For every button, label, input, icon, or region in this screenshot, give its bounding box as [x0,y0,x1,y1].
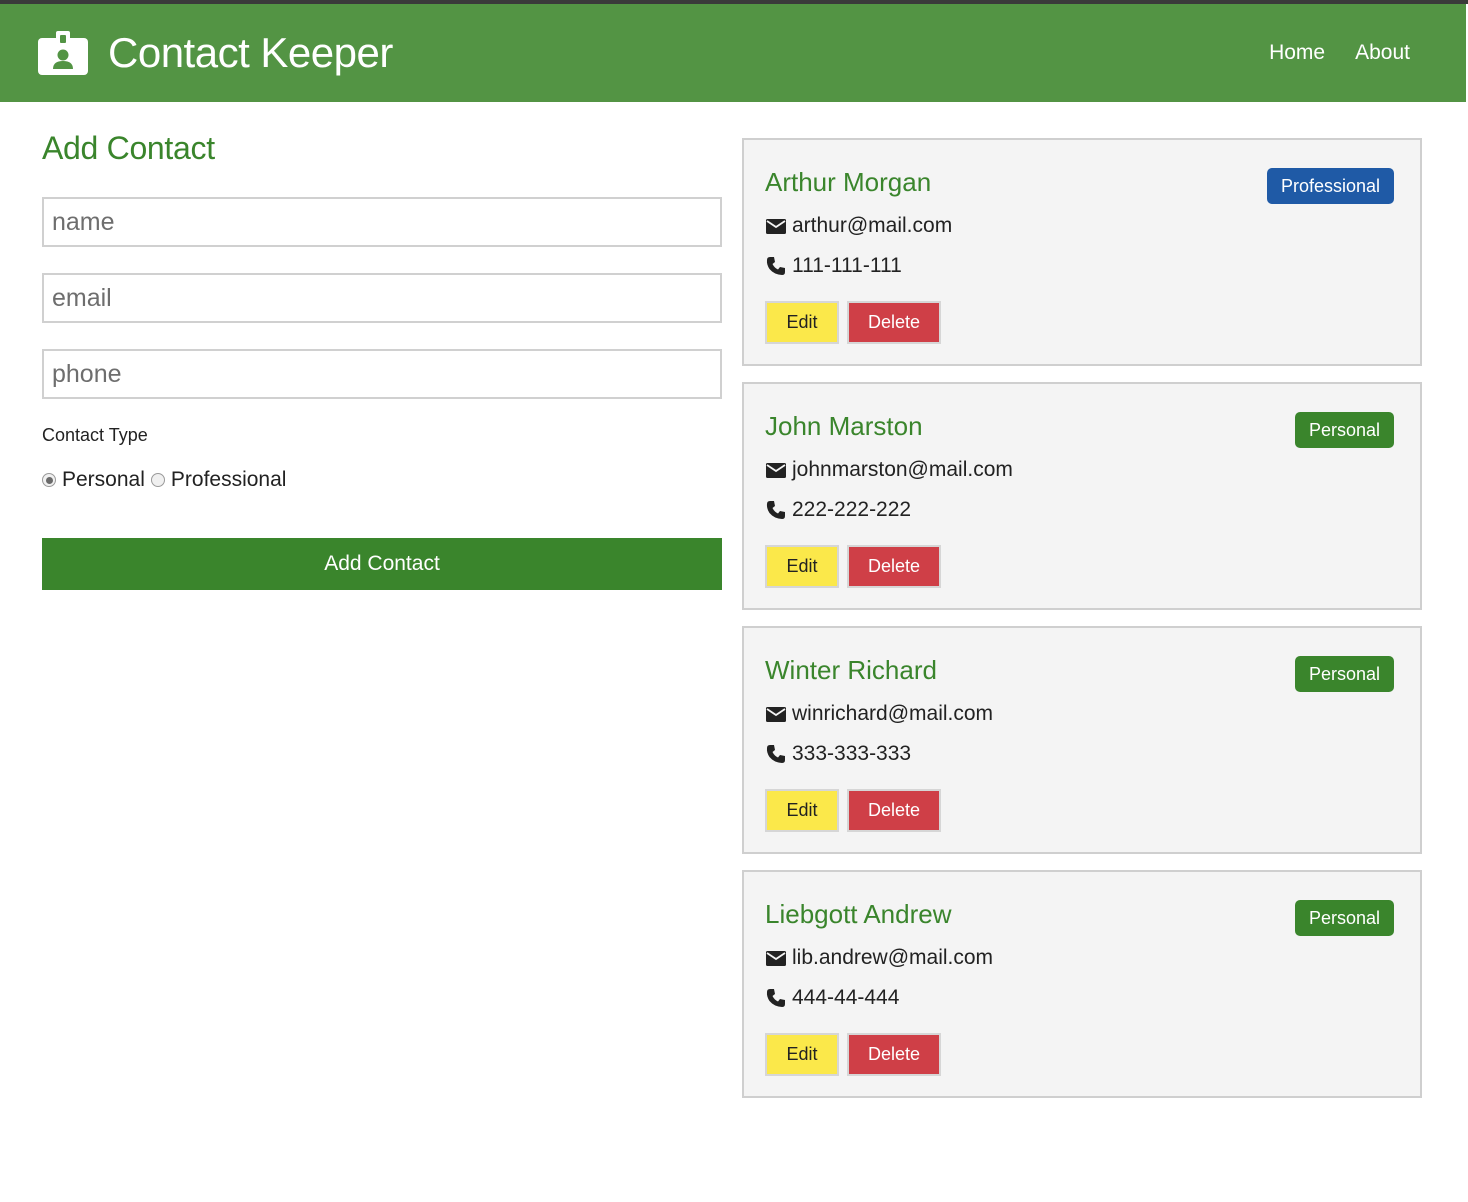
contact-phone-row: 111-111-111 [765,254,902,278]
radio-personal[interactable] [42,473,56,487]
email-input[interactable] [42,273,722,323]
contact-email: arthur@mail.com [792,214,953,237]
delete-button[interactable]: Delete [847,789,941,832]
phone-icon [766,989,785,1007]
envelope-icon [766,219,786,234]
contact-card: Liebgott Andrew Personal lib.andrew@mail… [742,870,1422,1098]
phone-icon [766,501,785,519]
card-actions: Edit Delete [765,789,941,832]
contact-phone-row: 333-333-333 [765,742,911,766]
contact-name: Arthur Morgan [765,167,932,197]
contact-card: Arthur Morgan Professional arthur@mail.c… [742,138,1422,366]
contact-name: Winter Richard [765,655,937,685]
contact-email: lib.andrew@mail.com [792,946,994,969]
edit-button[interactable]: Edit [765,789,839,832]
form-title: Add Contact [42,130,215,166]
contact-type-badge: Personal [1294,412,1394,448]
contact-phone: 111-111-111 [792,254,902,277]
brand: Contact Keeper [38,29,393,77]
app-title: Contact Keeper [108,29,393,76]
contact-list: Arthur Morgan Professional arthur@mail.c… [742,138,1422,1114]
delete-button[interactable]: Delete [847,1033,941,1076]
add-contact-button[interactable]: Add Contact [42,538,722,590]
nav-links: Home About [1269,41,1410,65]
contact-email-row: lib.andrew@mail.com [765,946,993,970]
radio-personal-label: Personal [62,468,145,491]
contact-phone: 222-222-222 [792,498,912,521]
contact-name: Liebgott Andrew [765,899,952,929]
contact-phone: 333-333-333 [792,742,912,765]
navbar: Contact Keeper Home About [0,4,1466,102]
edit-button[interactable]: Edit [765,301,839,344]
delete-button[interactable]: Delete [847,545,941,588]
contact-email-row: winrichard@mail.com [765,702,993,726]
contact-card: Winter Richard Personal winrichard@mail.… [742,626,1422,854]
delete-button[interactable]: Delete [847,301,941,344]
phone-input[interactable] [42,349,722,399]
contact-email-row: johnmarston@mail.com [765,458,1013,482]
card-actions: Edit Delete [765,545,941,588]
phone-icon [766,745,785,763]
contact-type-radio-group: Personal Professional [42,468,722,492]
id-badge-icon [38,31,88,75]
nav-link-about[interactable]: About [1355,41,1410,65]
envelope-icon [766,707,786,722]
card-actions: Edit Delete [765,1033,941,1076]
edit-button[interactable]: Edit [765,1033,839,1076]
contact-type-badge: Personal [1294,900,1394,936]
contact-type-label: Contact Type [42,425,148,445]
contact-phone-row: 444-44-444 [765,986,899,1010]
radio-professional-label: Professional [170,468,287,491]
name-input[interactable] [42,197,722,247]
contact-phone-row: 222-222-222 [765,498,911,522]
envelope-icon [766,463,786,478]
nav-link-home[interactable]: Home [1269,41,1325,65]
contact-email: johnmarston@mail.com [792,458,1013,481]
contact-name: John Marston [765,411,923,441]
contact-card: John Marston Personal johnmarston@mail.c… [742,382,1422,610]
contact-email: winrichard@mail.com [792,702,994,725]
contact-type-badge: Personal [1294,656,1394,692]
contact-type-badge: Professional [1266,168,1394,204]
phone-icon [766,257,785,275]
envelope-icon [766,951,786,966]
radio-professional[interactable] [150,473,165,487]
edit-button[interactable]: Edit [765,545,839,588]
card-actions: Edit Delete [765,301,941,344]
contact-email-row: arthur@mail.com [765,214,952,238]
contact-phone: 444-44-444 [792,986,900,1009]
add-contact-form: Add Contact Contact Type Personal Profes… [42,130,722,590]
